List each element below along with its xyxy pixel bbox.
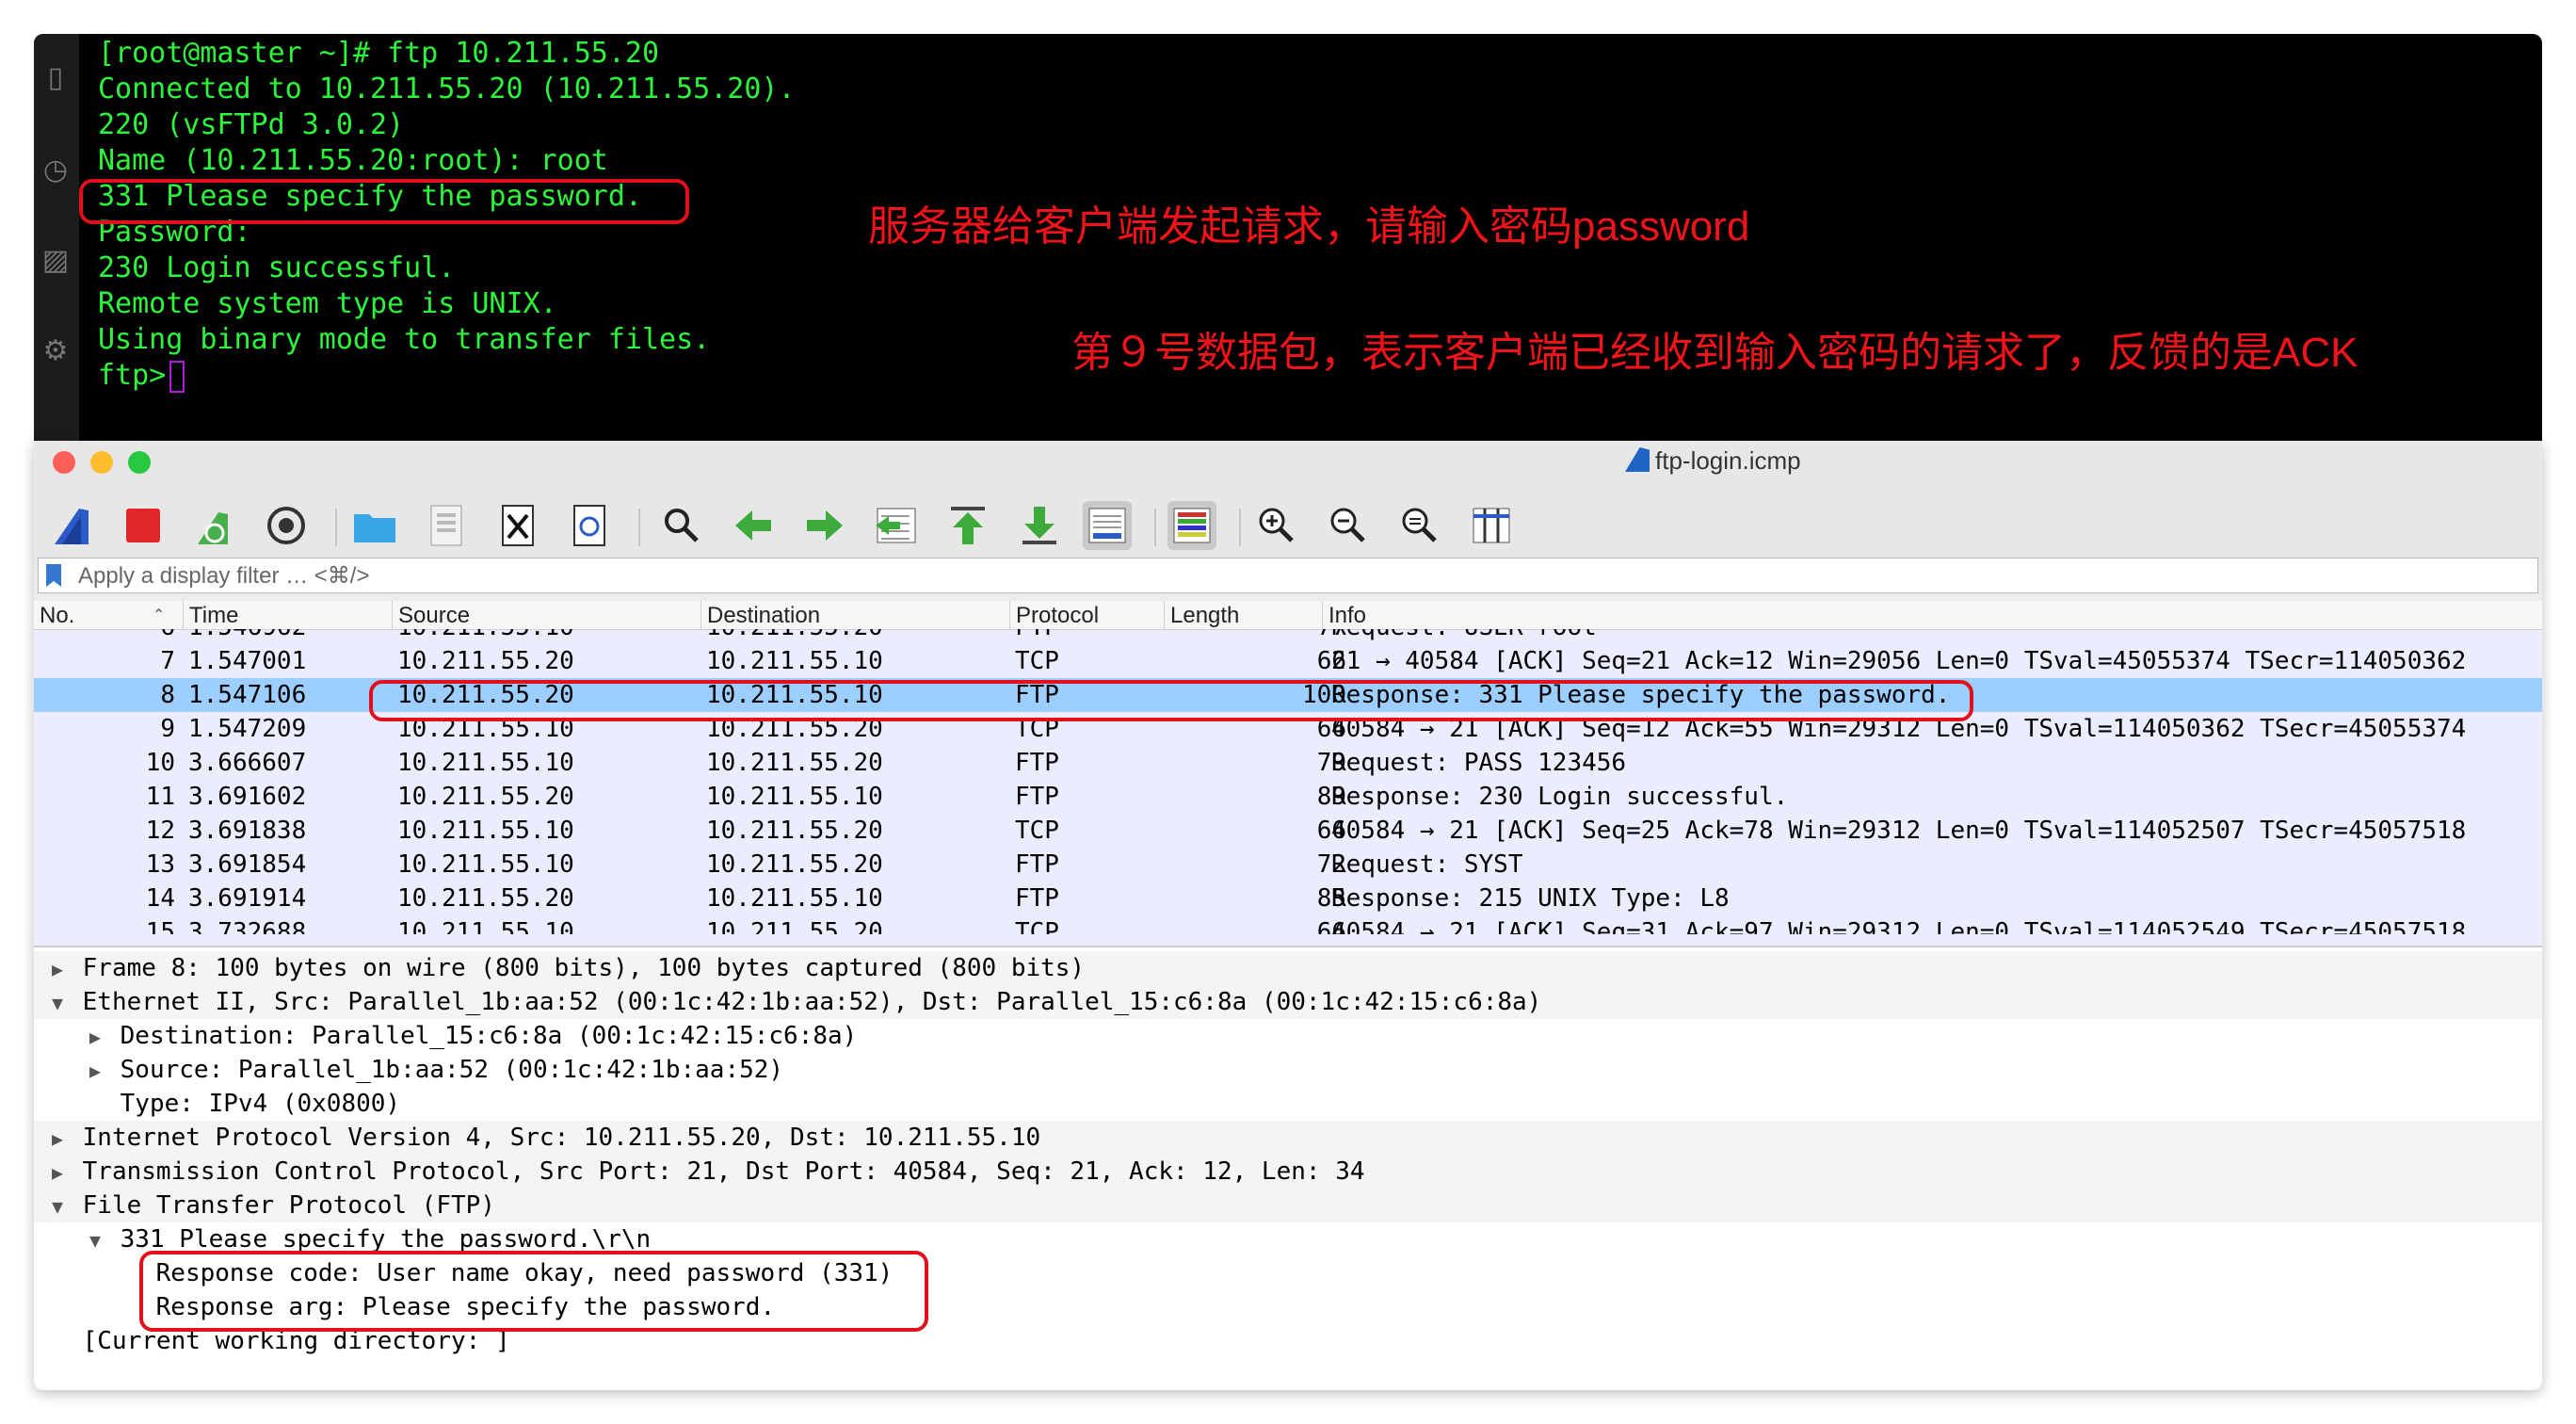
colorize-icon[interactable] xyxy=(1167,501,1216,550)
collapse-arrow-icon[interactable]: ▼ xyxy=(47,1189,68,1223)
tree-item-tcp[interactable]: ▶ Transmission Control Protocol, Src Por… xyxy=(34,1155,2542,1189)
display-filter-input[interactable] xyxy=(76,560,2519,592)
packet-list-header: No. ⌃ Time Source Destination Protocol Le… xyxy=(34,601,2542,630)
stop-capture-icon[interactable] xyxy=(119,501,168,550)
toolbar-separator xyxy=(335,509,337,546)
wireshark-file-icon xyxy=(1625,447,1650,472)
annotation-server-request: 服务器给客户端发起请求，请输入密码password xyxy=(868,203,1750,250)
save-file-icon[interactable] xyxy=(422,501,471,550)
first-packet-icon[interactable] xyxy=(943,501,992,550)
minimize-window-button[interactable] xyxy=(90,451,113,474)
tree-item-eth-source[interactable]: ▶ Source: Parallel_1b:aa:52 (00:1c:42:1b… xyxy=(34,1053,2542,1087)
table-row[interactable]: 13 3.691854 10.211.55.10 10.211.55.20 FTP 72 R… xyxy=(34,848,2542,882)
go-forward-icon[interactable] xyxy=(800,501,849,550)
column-header-source[interactable]: Source xyxy=(392,601,700,629)
terminal-cursor xyxy=(169,360,185,393)
expand-arrow-icon[interactable]: ▶ xyxy=(85,1020,105,1054)
column-header-info[interactable]: Info xyxy=(1322,601,2542,629)
column-header-time[interactable]: Time xyxy=(183,601,392,629)
terminal-line-highlighted: 331 Please specify the password. xyxy=(98,180,642,213)
sort-ascending-icon: ⌃ xyxy=(153,607,166,623)
title-bar[interactable]: ftp-login.icmp xyxy=(34,441,2542,484)
column-header-destination[interactable]: Destination xyxy=(700,601,1009,629)
table-row-selected[interactable]: 8 1.547106 10.211.55.20 10.211.55.10 FTP 100 R… xyxy=(34,678,2542,712)
zoom-window-button[interactable] xyxy=(128,451,151,474)
shark-fin-start-icon[interactable] xyxy=(47,501,96,550)
packet-details-pane[interactable]: ▶ Frame 8: 100 bytes on wire (800 bits),… xyxy=(34,946,2542,1390)
terminal-line: 220 (vsFTPd 3.0.2) xyxy=(98,108,405,141)
clock-icon[interactable]: ◷ xyxy=(40,154,72,186)
wireshark-window[interactable]: ftp-login.icmp Apply a display filter … … xyxy=(34,441,2542,1390)
table-row[interactable]: 11 3.691602 10.211.55.20 10.211.55.10 FTP 89 R… xyxy=(34,780,2542,814)
open-file-icon[interactable] xyxy=(350,501,399,550)
display-filter-bar xyxy=(38,558,2538,593)
annotation-packet9-ack: 第９号数据包，表示客户端已经收到输入密码的请求了，反馈的是ACK xyxy=(1071,330,2359,376)
collapse-arrow-icon[interactable]: ▼ xyxy=(85,1223,105,1257)
toolbar-separator xyxy=(638,509,640,546)
table-row[interactable]: 15 3.732688 10.211.55.10 10.211.55.20 TCP 66 4… xyxy=(34,915,2542,934)
tree-item-response-code[interactable]: Response code: User name okay, need pass… xyxy=(34,1256,2542,1290)
terminal-prompt: ftp> xyxy=(98,359,167,392)
tree-item-ftp[interactable]: ▼ File Transfer Protocol (FTP) xyxy=(34,1189,2542,1222)
close-window-button[interactable] xyxy=(53,451,75,474)
table-row[interactable]: 14 3.691914 10.211.55.20 10.211.55.10 FTP 85 R… xyxy=(34,882,2542,915)
tree-item-ethernet[interactable]: ▼ Ethernet II, Src: Parallel_1b:aa:52 (0… xyxy=(34,985,2542,1019)
terminal-prompt-line[interactable]: ftp> xyxy=(98,358,796,394)
zoom-out-icon[interactable] xyxy=(1324,501,1373,550)
capture-options-icon[interactable] xyxy=(262,501,311,550)
reload-file-icon[interactable] xyxy=(565,501,614,550)
restart-capture-icon[interactable] xyxy=(190,501,239,550)
table-row[interactable]: 6 1.546962 10.211.55.10 10.211.55.20 FTP… xyxy=(34,629,2542,644)
tree-item-ipv4[interactable]: ▶ Internet Protocol Version 4, Src: 10.2… xyxy=(34,1121,2542,1155)
gear-icon[interactable]: ⚙ xyxy=(40,335,72,367)
toolbar-separator xyxy=(1239,509,1241,546)
window-title: ftp-login.icmp xyxy=(1625,446,1801,476)
table-row[interactable]: 7 1.547001 10.211.55.20 10.211.55.10 TCP 66 21… xyxy=(34,644,2542,678)
expand-arrow-icon[interactable]: ▶ xyxy=(85,1054,105,1088)
close-file-icon[interactable] xyxy=(493,501,542,550)
tree-item-ftp-response[interactable]: ▼ 331 Please specify the password.\r\n xyxy=(34,1222,2542,1256)
go-back-icon[interactable] xyxy=(729,501,778,550)
resize-columns-icon[interactable] xyxy=(1467,501,1516,550)
tree-item-response-arg[interactable]: Response arg: Please specify the passwor… xyxy=(34,1290,2542,1324)
zoom-normal-icon[interactable] xyxy=(1395,501,1444,550)
go-to-packet-icon[interactable] xyxy=(872,501,921,550)
toolbar-separator xyxy=(1154,509,1156,546)
terminal-line: Name (10.211.55.20:root): root xyxy=(98,144,608,177)
image-icon[interactable]: ▨ xyxy=(40,245,72,277)
expand-arrow-icon[interactable]: ▶ xyxy=(47,1122,68,1156)
tree-item-eth-type[interactable]: Type: IPv4 (0x0800) xyxy=(34,1087,2542,1121)
autoscroll-icon[interactable] xyxy=(1083,501,1132,550)
terminal-sidebar: ▯ ◷ ▨ ⚙ xyxy=(34,34,79,441)
terminal-line: Using binary mode to transfer files. xyxy=(98,323,711,356)
column-header-length[interactable]: Length xyxy=(1164,601,1322,629)
bookmark-icon[interactable] xyxy=(46,564,61,587)
terminal-output: [root@master ~]# ftp 10.211.55.20 Connec… xyxy=(98,36,796,394)
tree-item-eth-destination[interactable]: ▶ Destination: Parallel_15:c6:8a (00:1c:… xyxy=(34,1019,2542,1053)
column-header-protocol[interactable]: Protocol xyxy=(1009,601,1164,629)
tree-item-frame[interactable]: ▶ Frame 8: 100 bytes on wire (800 bits),… xyxy=(34,951,2542,985)
last-packet-icon[interactable] xyxy=(1015,501,1064,550)
expand-arrow-icon[interactable]: ▶ xyxy=(47,1156,68,1189)
terminal-line: [root@master ~]# ftp 10.211.55.20 xyxy=(98,37,660,70)
table-row[interactable]: 12 3.691838 10.211.55.10 10.211.55.20 TCP 66 4… xyxy=(34,814,2542,848)
tree-item-working-directory[interactable]: [Current working directory: ] xyxy=(34,1324,2542,1358)
table-row[interactable]: 10 3.666607 10.211.55.10 10.211.55.20 FTP 79 R… xyxy=(34,746,2542,780)
terminal-line: Connected to 10.211.55.20 (10.211.55.20)… xyxy=(98,73,796,105)
table-row[interactable]: 9 1.547209 10.211.55.10 10.211.55.20 TCP 66 40… xyxy=(34,712,2542,746)
find-packet-icon[interactable] xyxy=(657,501,706,550)
column-header-no[interactable]: No. ⌃ xyxy=(34,601,175,629)
collapse-arrow-icon[interactable]: ▼ xyxy=(47,986,68,1020)
terminal-line: Remote system type is UNIX. xyxy=(98,287,557,320)
terminal-line: Password: xyxy=(98,216,251,249)
terminal-line: 230 Login successful. xyxy=(98,251,456,284)
zoom-in-icon[interactable] xyxy=(1252,501,1301,550)
packet-list-pane[interactable]: No. ⌃ Time Source Destination Protocol Le… xyxy=(34,601,2542,946)
expand-arrow-icon[interactable]: ▶ xyxy=(47,952,68,986)
window-title-text: ftp-login.icmp xyxy=(1655,446,1801,475)
bookmark-icon[interactable]: ▯ xyxy=(40,62,72,94)
